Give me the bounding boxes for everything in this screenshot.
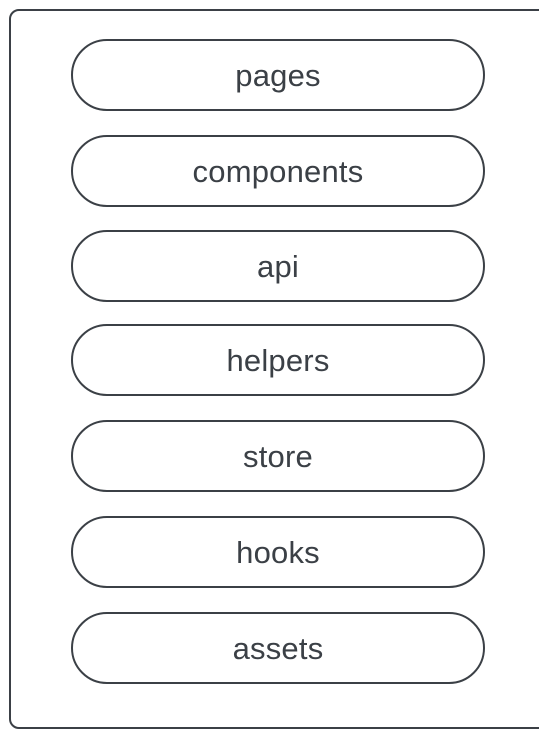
folder-assets-label: assets: [232, 630, 324, 666]
folder-hooks-label: hooks: [236, 534, 320, 570]
folder-hooks: hooks: [71, 516, 485, 588]
folder-pages-label: pages: [235, 57, 321, 93]
folder-pages: pages: [71, 39, 485, 111]
folder-assets: assets: [71, 612, 485, 684]
folder-components: components: [71, 135, 485, 207]
folder-store: store: [71, 420, 485, 492]
folder-helpers-label: helpers: [226, 342, 330, 378]
folder-store-label: store: [243, 438, 313, 474]
folder-api: api: [71, 230, 485, 302]
folder-components-label: components: [192, 153, 364, 189]
folder-helpers: helpers: [71, 324, 485, 396]
folder-api-label: api: [257, 248, 299, 284]
